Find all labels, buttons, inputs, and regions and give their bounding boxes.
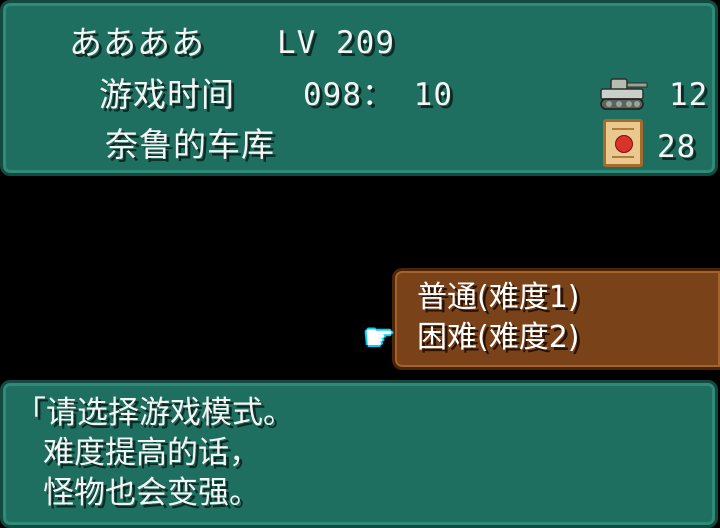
playtime-label: 游戏时间	[99, 75, 235, 114]
tank-count: 12	[669, 77, 709, 113]
treasure-card-icon	[603, 119, 643, 167]
message-box: 「请选择游戏模式。 难度提高的话， 怪物也会变强。	[0, 380, 718, 528]
pointing-hand-icon: ☛	[363, 318, 395, 358]
game-screen: ああああ LV 209 游戏时间 098： 10 奈鲁的车库 12 28 普通(…	[0, 0, 720, 528]
player-level: LV 209	[277, 25, 395, 61]
message-line: 怪物也会变强。	[43, 475, 260, 511]
playtime-value: 098： 10	[303, 77, 453, 113]
menu-item-normal[interactable]: 普通(难度1)	[417, 279, 580, 317]
difficulty-menu: 普通(难度1) 困难(难度2)	[392, 268, 720, 370]
tank-icon	[600, 78, 648, 110]
status-panel: ああああ LV 209 游戏时间 098： 10 奈鲁的车库 12 28	[0, 0, 718, 176]
menu-item-hard[interactable]: 困难(难度2)	[417, 319, 580, 357]
player-name: ああああ	[69, 23, 205, 62]
location-name: 奈鲁的车库	[105, 125, 275, 164]
message-line: 「请选择游戏模式。	[15, 395, 294, 431]
message-line: 难度提高的话，	[43, 435, 260, 471]
item-count: 28	[657, 129, 697, 165]
